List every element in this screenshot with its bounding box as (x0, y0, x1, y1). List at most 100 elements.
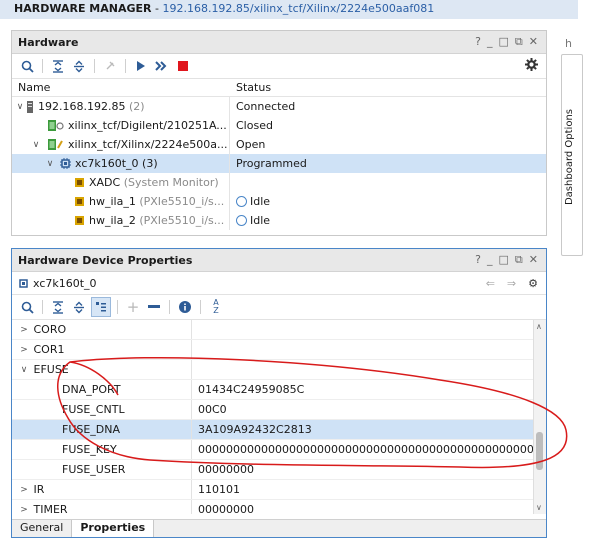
ila-1-detail: (PXIe5510_i/s... (139, 195, 225, 208)
property-row-dna-port[interactable]: DNA_PORT 01434C24959085C (12, 380, 546, 400)
fpga-chip-icon (18, 278, 29, 289)
float-button[interactable]: ⧉ (515, 35, 523, 49)
selected-device-name: xc7k160t_0 (33, 276, 97, 290)
property-key: FUSE_DNA (62, 423, 121, 436)
ila-1-name: hw_ila_1 (89, 195, 136, 208)
search-icon[interactable] (18, 57, 36, 75)
property-value: 00000000 (198, 503, 254, 514)
property-key: TIMER (33, 503, 68, 514)
ila-2-name: hw_ila_2 (89, 214, 136, 227)
server-name: 192.168.192.85 (38, 100, 126, 113)
server-count: (2) (128, 100, 145, 113)
device-properties-title-bar: Hardware Device Properties ? _ □ ⧉ ✕ (12, 249, 546, 272)
gear-icon[interactable] (525, 58, 538, 74)
property-value[interactable]: 00000000 (192, 463, 254, 476)
server-status: Connected (236, 100, 296, 113)
column-status-header[interactable]: Status (230, 81, 271, 94)
banner-label: HARDWARE MANAGER (14, 2, 152, 15)
gear-icon[interactable]: ⚙ (528, 277, 538, 290)
chevron-down-icon[interactable]: ∨ (30, 140, 42, 150)
chevron-down-icon[interactable]: ∨ (14, 102, 26, 112)
server-icon (26, 100, 34, 113)
tree-row-device[interactable]: ∨ xc7k160t_0 (3) Programmed (12, 154, 546, 173)
stop-trigger-icon[interactable] (174, 57, 192, 75)
tree-row-ila-2[interactable]: hw_ila_2 (PXIe5510_i/s... Idle (12, 211, 546, 230)
properties-tab-bar: General Properties (12, 519, 546, 537)
minimize-button[interactable]: _ (487, 253, 493, 267)
search-icon[interactable] (18, 298, 36, 316)
expand-all-icon[interactable] (70, 57, 88, 75)
property-row-cor1[interactable]: > COR1 (12, 340, 546, 360)
property-value: 110101 (198, 483, 240, 496)
ila-2-status: Idle (250, 214, 271, 227)
info-icon[interactable] (176, 298, 194, 316)
chevron-right-icon[interactable]: > (18, 325, 30, 335)
expand-all-icon[interactable] (70, 298, 88, 316)
chevron-down-icon[interactable]: ∨ (18, 365, 30, 375)
property-key: FUSE_USER (62, 463, 126, 476)
idle-circle-icon (236, 196, 247, 207)
target-xilinx-name: xilinx_tcf/Xilinx/2224e500a... (68, 138, 228, 151)
help-button[interactable]: ? (475, 253, 481, 267)
property-value[interactable]: 00C0 (192, 403, 227, 416)
hardware-panel: Hardware ? _ □ ⧉ ✕ Name Status ∨ 192.168… (11, 30, 547, 236)
tree-row-xadc[interactable]: XADC (System Monitor) (12, 173, 546, 192)
close-button[interactable]: ✕ (529, 253, 538, 267)
scroll-up-icon[interactable]: ∧ (536, 322, 542, 331)
property-value[interactable]: 3A109A92432C2813 (192, 423, 312, 436)
group-by-category-icon[interactable] (91, 297, 111, 317)
maximize-button[interactable]: □ (499, 253, 509, 267)
run-trigger-icon[interactable] (132, 57, 150, 75)
property-row-fuse-cntl[interactable]: FUSE_CNTL 00C0 (12, 400, 546, 420)
property-row-fuse-user[interactable]: FUSE_USER 00000000 (12, 460, 546, 480)
chevron-right-icon[interactable]: > (18, 345, 30, 355)
float-button[interactable]: ⧉ (515, 253, 523, 267)
properties-scrollbar[interactable]: ∧ ∨ (533, 320, 546, 514)
collapse-all-icon[interactable] (49, 298, 67, 316)
maximize-button[interactable]: □ (499, 35, 509, 49)
property-row-ir[interactable]: > IR 110101 (12, 480, 546, 500)
scrollbar-thumb[interactable] (536, 432, 543, 470)
property-key: IR (33, 483, 45, 496)
sort-az-icon[interactable]: AZ (207, 298, 225, 316)
close-button[interactable]: ✕ (529, 35, 538, 49)
dashboard-options-tab[interactable]: Dashboard Options (561, 54, 583, 256)
column-name-header[interactable]: Name (12, 81, 230, 94)
help-button[interactable]: ? (475, 35, 481, 49)
property-row-cor0[interactable]: > CORO (12, 320, 546, 340)
tree-row-server[interactable]: ∨ 192.168.192.85 (2) Connected (12, 97, 546, 116)
tab-general[interactable]: General (12, 520, 71, 537)
collapsed-tab-stub[interactable]: h (565, 37, 572, 50)
remove-property-icon[interactable] (145, 298, 163, 316)
run-immediate-icon[interactable] (153, 57, 171, 75)
scroll-down-icon[interactable]: ∨ (536, 503, 542, 512)
debug-core-icon (74, 196, 85, 207)
collapse-all-icon[interactable] (49, 57, 67, 75)
forward-arrow-icon[interactable]: ⇒ (507, 277, 516, 290)
chevron-right-icon[interactable]: > (18, 485, 30, 495)
device-count: (3) (142, 157, 158, 170)
property-row-fuse-key[interactable]: FUSE_KEY 00000000000000000000000000000000… (12, 440, 546, 460)
property-row-timer[interactable]: > TIMER 00000000 (12, 500, 546, 514)
tree-row-target-xilinx[interactable]: ∨ xilinx_tcf/Xilinx/2224e500a... Open (12, 135, 546, 154)
add-property-icon[interactable]: + (124, 298, 142, 316)
property-row-fuse-dna[interactable]: FUSE_DNA 3A109A92432C2813 (12, 420, 546, 440)
back-arrow-icon[interactable]: ⇐ (486, 277, 495, 290)
property-value[interactable]: 01434C24959085C (192, 383, 304, 396)
property-value[interactable]: 0000000000000000000000000000000000000000… (192, 443, 541, 456)
hardware-toolbar (12, 54, 546, 79)
xadc-name: XADC (89, 176, 121, 189)
chevron-down-icon[interactable]: ∨ (44, 159, 56, 169)
property-row-efuse[interactable]: ∨ EFUSE (12, 360, 546, 380)
properties-table: > CORO > COR1 ∨ EFUSE DNA_PORT 01434C2495… (12, 320, 546, 514)
minimize-button[interactable]: _ (487, 35, 493, 49)
property-key: EFUSE (33, 363, 69, 376)
debug-core-icon (74, 215, 85, 226)
tree-row-ila-1[interactable]: hw_ila_1 (PXIe5510_i/s... Idle (12, 192, 546, 211)
pin-icon[interactable] (101, 57, 119, 75)
open-target-icon (48, 139, 64, 150)
tree-row-target-digilent[interactable]: xilinx_tcf/Digilent/210251A... Closed (12, 116, 546, 135)
tab-properties[interactable]: Properties (71, 520, 155, 537)
property-key: CORO (33, 323, 67, 336)
chevron-right-icon[interactable]: > (18, 505, 30, 515)
